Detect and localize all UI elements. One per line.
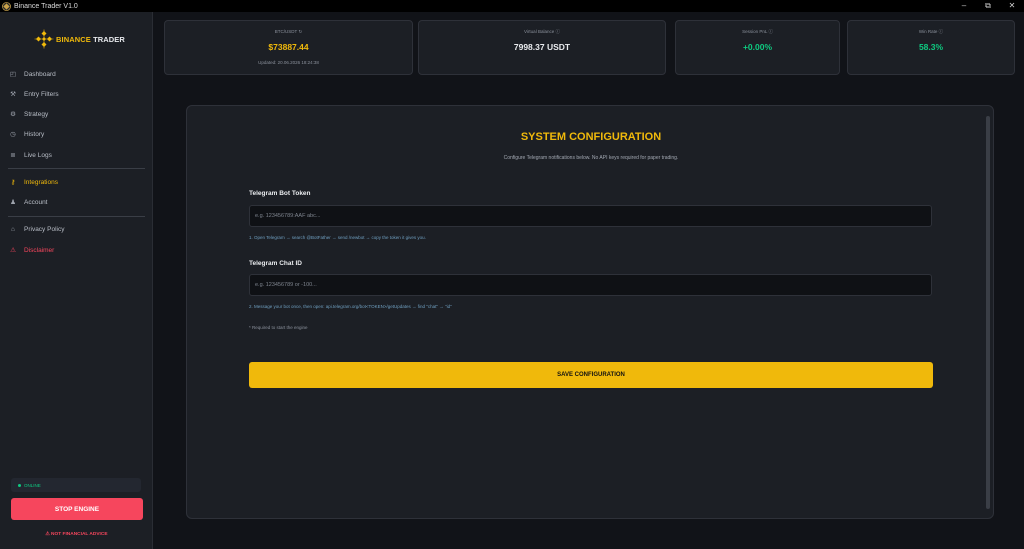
stop-engine-button[interactable]: STOP ENGINE xyxy=(11,498,143,520)
warning-icon: ⚠ xyxy=(10,247,16,254)
user-icon: ♟ xyxy=(10,199,16,206)
sidebar-item-label: Live Logs xyxy=(24,151,52,159)
sidebar-item-label: Integrations xyxy=(24,178,58,186)
sidebar-item-label: Disclaimer xyxy=(24,246,55,254)
page-title: SYSTEM CONFIGURATION xyxy=(520,131,662,143)
brand-logo: BINANCE TRADER xyxy=(34,29,125,49)
balance-card: Virtual Balance ⓘ 7998.37 USDT xyxy=(418,20,666,75)
balance-card-label: Virtual Balance ⓘ xyxy=(524,29,560,34)
panel-scrollbar[interactable] xyxy=(986,116,990,509)
sidebar-item-entry-filters[interactable]: ⚒ Entry Filters xyxy=(8,86,145,102)
chat-id-input[interactable] xyxy=(249,274,932,296)
info-icon: ⓘ xyxy=(555,29,560,34)
maximize-icon[interactable]: ⧉ xyxy=(976,0,1000,12)
winrate-card: Win Rate ⓘ 58.3% xyxy=(847,20,1015,75)
wrench-icon: ⚒ xyxy=(10,91,16,98)
not-financial-advice-warning: ⚠ NOT FINANCIAL ADVICE xyxy=(45,532,108,537)
status-text: ONLINE xyxy=(24,482,41,488)
sidebar-item-privacy-policy[interactable]: ⌂ Privacy Policy xyxy=(8,221,145,237)
sidebar-item-label: Strategy xyxy=(24,110,49,118)
bot-token-label: Telegram Bot Token xyxy=(249,190,311,197)
price-value: $73887.44 xyxy=(268,42,309,52)
brand-name: BINANCE TRADER xyxy=(56,34,125,44)
sidebar-item-label: Entry Filters xyxy=(24,90,59,98)
binance-logo-icon xyxy=(34,29,54,49)
pnl-card: Session PnL ⓘ +0.00% xyxy=(675,20,840,75)
chat-id-label: Telegram Chat ID xyxy=(249,260,302,267)
document-icon: ≣ xyxy=(10,152,16,159)
sidebar-item-label: History xyxy=(24,130,45,138)
bot-token-help: 1. Open Telegram → search @BotFather → s… xyxy=(249,235,426,240)
sidebar-item-disclaimer[interactable]: ⚠ Disclaimer xyxy=(8,242,145,258)
price-card: BTC/USDT ↻ $73887.44 Updated: 20.06.2026… xyxy=(164,20,413,75)
price-updated-time: Updated: 20.06.2026 18:24:38 xyxy=(258,60,319,65)
sidebar-item-integrations[interactable]: ⚷ Integrations xyxy=(8,174,145,190)
sidebar-item-dashboard[interactable]: ◰ Dashboard xyxy=(8,66,145,82)
close-icon[interactable]: ✕ xyxy=(1000,0,1024,12)
engine-status-badge: ONLINE xyxy=(11,478,141,492)
window-titlebar: Binance Trader V1.0 – ⧉ ✕ xyxy=(0,0,1024,12)
save-configuration-button[interactable]: SAVE CONFIGURATION xyxy=(249,362,933,388)
status-dot-icon xyxy=(18,483,21,487)
pnl-card-label: Session PnL ⓘ xyxy=(742,29,773,34)
sidebar-item-account[interactable]: ♟ Account xyxy=(8,194,145,210)
chat-id-help: 2. Message your bot once, then open: api… xyxy=(249,304,452,309)
sidebar-item-history[interactable]: ◷ History xyxy=(8,126,145,142)
window-title: Binance Trader V1.0 xyxy=(14,2,78,10)
balance-value: 7998.37 USDT xyxy=(513,42,571,52)
page-description: Configure Telegram notifications below. … xyxy=(503,155,679,161)
winrate-card-label: Win Rate ⓘ xyxy=(918,29,944,34)
pnl-value: +0.00% xyxy=(742,42,773,52)
system-configuration-panel: SYSTEM CONFIGURATION Configure Telegram … xyxy=(186,105,994,519)
minimize-icon[interactable]: – xyxy=(952,0,976,12)
bot-token-input[interactable] xyxy=(249,205,932,227)
sidebar-divider xyxy=(8,168,145,169)
gear-icon: ⚙ xyxy=(10,111,16,118)
key-icon: ⚷ xyxy=(10,179,16,186)
sidebar-item-label: Account xyxy=(24,198,48,206)
info-icon: ⓘ xyxy=(938,29,944,34)
required-note: * Required to start the engine xyxy=(249,325,308,330)
sidebar-item-live-logs[interactable]: ≣ Live Logs xyxy=(8,147,145,163)
app-logo-icon xyxy=(2,1,11,11)
sidebar: BINANCE TRADER ◰ Dashboard ⚒ Entry Filte… xyxy=(0,12,153,549)
sidebar-item-strategy[interactable]: ⚙ Strategy xyxy=(8,106,145,122)
info-icon: ⓘ xyxy=(768,29,773,34)
price-card-label: BTC/USDT ↻ xyxy=(274,29,303,34)
refresh-icon[interactable]: ↻ xyxy=(298,29,302,34)
lock-icon: ⌂ xyxy=(11,225,15,233)
sidebar-item-label: Privacy Policy xyxy=(24,225,65,233)
chart-icon: ◰ xyxy=(9,71,17,78)
sidebar-divider xyxy=(8,216,145,217)
clock-icon: ◷ xyxy=(10,131,16,138)
sidebar-item-label: Dashboard xyxy=(24,70,56,78)
winrate-value: 58.3% xyxy=(918,42,944,52)
